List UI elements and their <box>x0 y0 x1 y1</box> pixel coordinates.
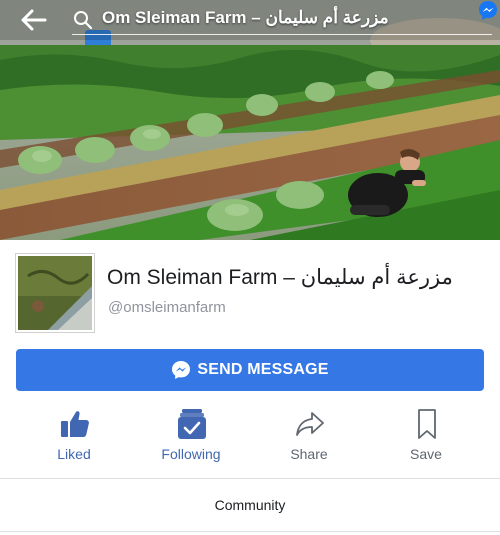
send-message-label: SEND MESSAGE <box>197 361 329 378</box>
messenger-button[interactable] <box>478 0 498 22</box>
cover-photo[interactable]: Om Sleiman Farm – مزرعة أم سليمان <box>0 0 500 240</box>
back-button[interactable] <box>20 8 48 32</box>
share-label: Share <box>290 446 328 462</box>
save-label: Save <box>410 446 442 462</box>
bookmark-icon <box>418 409 436 439</box>
page-name: Om Sleiman Farm – مزرعة أم سليمان <box>107 266 453 289</box>
top-bar: Om Sleiman Farm – مزرعة أم سليمان <box>0 0 500 40</box>
liked-label: Liked <box>57 446 91 462</box>
following-button[interactable]: Following <box>132 404 250 470</box>
liked-button[interactable]: Liked <box>15 404 133 470</box>
following-label: Following <box>161 446 221 462</box>
divider <box>0 531 500 532</box>
tab-community-label: Community <box>214 497 286 513</box>
send-message-button[interactable]: SEND MESSAGE <box>16 349 484 391</box>
share-arrow-icon <box>296 412 324 436</box>
messenger-icon <box>172 361 191 379</box>
profile-picture[interactable] <box>16 254 94 332</box>
page-handle: @omsleimanfarm <box>108 299 226 316</box>
share-button[interactable]: Share <box>250 404 368 470</box>
save-button[interactable]: Save <box>367 404 485 470</box>
search-field[interactable]: Om Sleiman Farm – مزرعة أم سليمان <box>102 8 389 28</box>
arrow-left-icon <box>21 9 47 31</box>
thumbs-up-icon <box>61 411 89 437</box>
search-icon[interactable] <box>73 10 93 30</box>
messenger-icon <box>479 1 497 20</box>
following-check-icon <box>178 409 206 439</box>
search-underline <box>72 34 492 35</box>
tab-community[interactable]: Community <box>0 479 500 531</box>
profile-picture-image <box>18 256 92 330</box>
